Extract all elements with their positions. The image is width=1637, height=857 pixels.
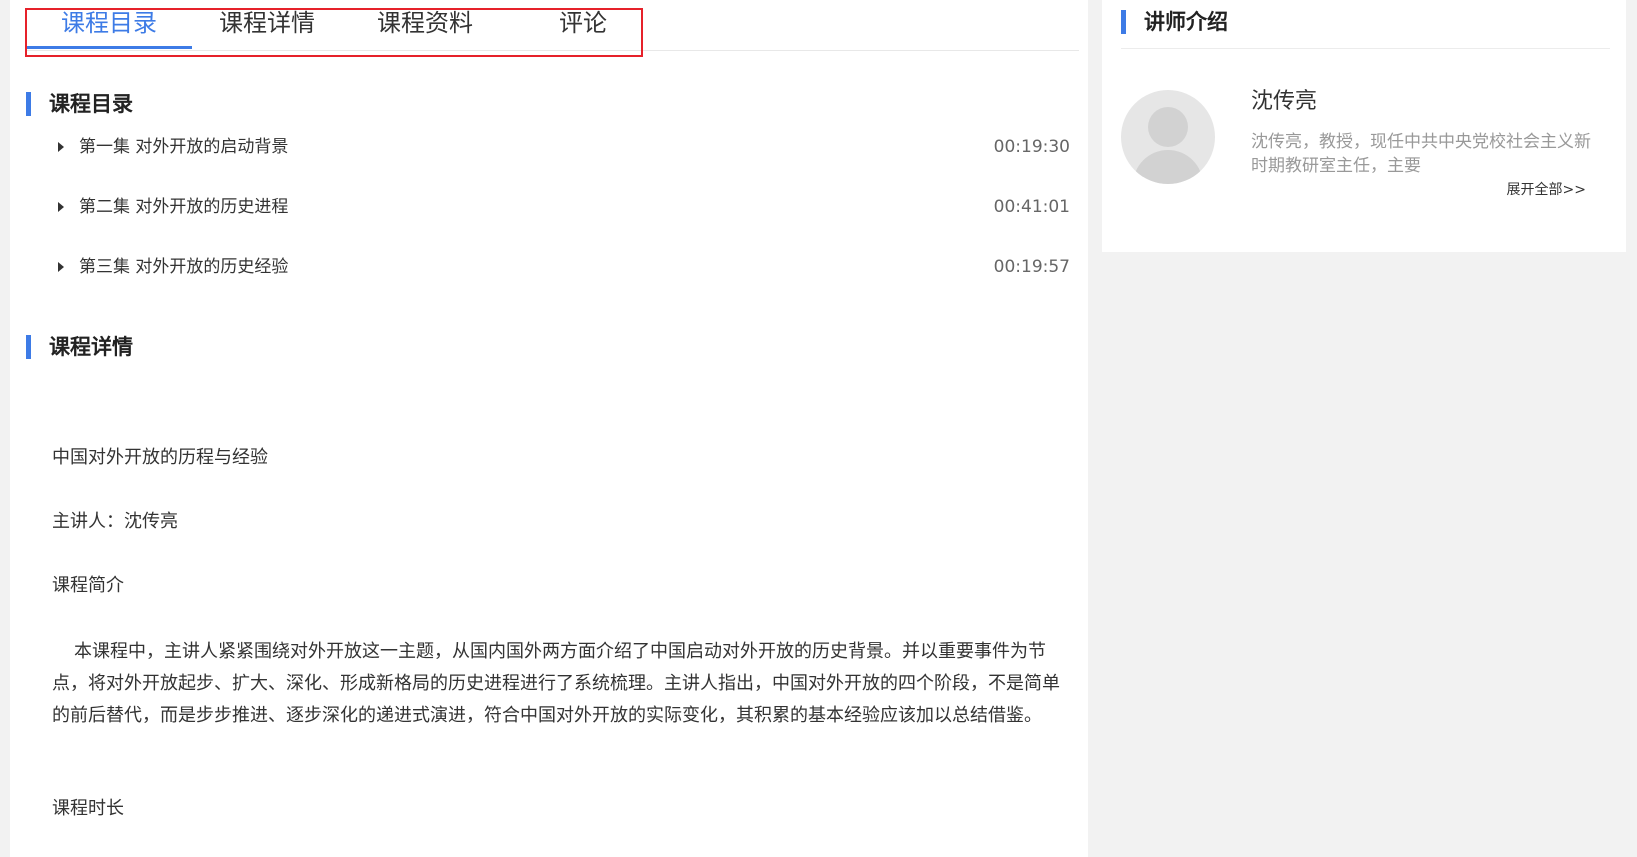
lesson-title: 第三集 对外开放的历史经验	[79, 257, 289, 277]
lesson-duration: 00:19:57	[993, 257, 1070, 277]
course-presenter: 主讲人：沈传亮	[52, 511, 178, 532]
lesson-item[interactable]: 第一集 对外开放的启动背景 00:19:30	[58, 134, 1070, 160]
avatar	[1121, 90, 1215, 184]
catalog-heading: 课程目录	[26, 92, 133, 116]
lesson-item[interactable]: 第二集 对外开放的历史进程 00:41:01	[58, 194, 1070, 220]
teacher-panel: 讲师介绍 沈传亮 沈传亮，教授，现任中共中央党校社会主义新时期教研室主任，主要 …	[1102, 0, 1626, 252]
caret-right-icon	[58, 262, 64, 272]
details-heading: 课程详情	[26, 335, 133, 359]
lesson-title: 第二集 对外开放的历史进程	[79, 197, 289, 217]
lesson-item[interactable]: 第三集 对外开放的历史经验 00:19:57	[58, 254, 1070, 280]
intro-text: 本课程中，主讲人紧紧围绕对外开放这一主题，从国内国外两方面介绍了中国启动对外开放…	[52, 641, 1060, 726]
lesson-title: 第一集 对外开放的启动背景	[79, 137, 289, 157]
tab-comments[interactable]: 评论	[500, 0, 666, 48]
main-panel: 课程目录 课程详情 课程资料 评论 课程目录 第一集 对外开放的启动背景 00:…	[10, 0, 1088, 857]
expand-all-link[interactable]: 展开全部>>	[1507, 180, 1586, 200]
caret-right-icon	[58, 202, 64, 212]
intro-label: 课程简介	[52, 575, 124, 596]
caret-right-icon	[58, 142, 64, 152]
lesson-duration: 00:19:30	[993, 137, 1070, 157]
teacher-name: 沈传亮	[1251, 89, 1318, 114]
user-placeholder-icon	[1148, 107, 1188, 147]
course-name: 中国对外开放的历程与经验	[52, 447, 268, 468]
tab-details[interactable]: 课程详情	[184, 0, 350, 48]
course-tabs: 课程目录 课程详情 课程资料 评论	[26, 0, 1079, 51]
tab-materials[interactable]: 课程资料	[342, 0, 508, 48]
lesson-duration: 00:41:01	[993, 197, 1070, 217]
tab-catalog[interactable]: 课程目录	[26, 0, 192, 49]
teacher-heading: 讲师介绍	[1121, 10, 1228, 34]
divider	[1121, 48, 1610, 49]
teacher-bio: 沈传亮，教授，现任中共中央党校社会主义新时期教研室主任，主要	[1251, 132, 1591, 176]
duration-label: 课程时长	[52, 798, 124, 819]
course-page: 课程目录 课程详情 课程资料 评论 课程目录 第一集 对外开放的启动背景 00:…	[0, 0, 1637, 857]
